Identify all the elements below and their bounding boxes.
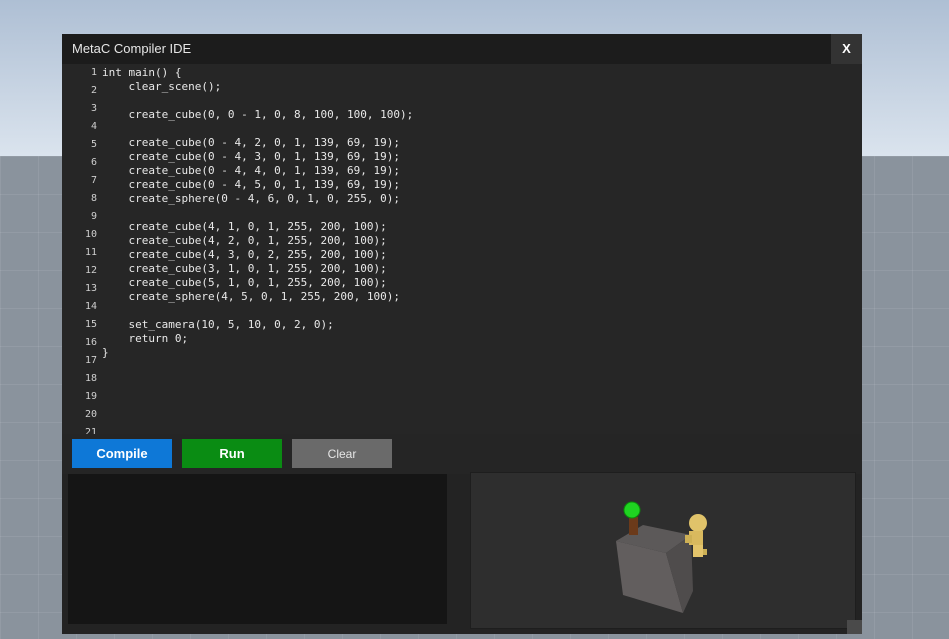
line-number: 12 xyxy=(84,265,97,276)
scene-render xyxy=(616,501,707,613)
line-number: 7 xyxy=(90,175,97,186)
line-number: 5 xyxy=(90,139,97,150)
line-number: 17 xyxy=(84,355,97,366)
line-number: 16 xyxy=(84,337,97,348)
run-button[interactable]: Run xyxy=(182,439,282,468)
line-number: 14 xyxy=(84,301,97,312)
line-number: 19 xyxy=(84,391,97,402)
tree-trunk xyxy=(629,517,638,535)
output-console[interactable] xyxy=(68,474,447,624)
line-number: 10 xyxy=(84,229,97,240)
ide-window: MetaC Compiler IDE X 1 2 3 4 5 6 7 8 9 1… xyxy=(62,34,862,634)
line-number: 2 xyxy=(90,85,97,96)
title-bar[interactable]: MetaC Compiler IDE X xyxy=(62,34,862,64)
figure-head xyxy=(689,514,707,532)
line-number: 8 xyxy=(90,193,97,204)
line-number: 1 xyxy=(90,67,97,78)
resize-grip-icon[interactable] xyxy=(847,620,862,634)
base-cube xyxy=(616,525,693,613)
figure-arm xyxy=(685,535,692,543)
line-number: 11 xyxy=(84,247,97,258)
clear-button[interactable]: Clear xyxy=(292,439,392,468)
close-button[interactable]: X xyxy=(831,34,862,64)
code-text-area[interactable]: int main() { clear_scene(); create_cube(… xyxy=(102,66,413,360)
line-number: 9 xyxy=(90,211,97,222)
line-number: 18 xyxy=(84,373,97,384)
scene-viewport[interactable] xyxy=(470,472,856,629)
line-number: 4 xyxy=(90,121,97,132)
figure-foot xyxy=(703,549,707,555)
line-number: 15 xyxy=(84,319,97,330)
figure-leg xyxy=(693,545,703,557)
window-title: MetaC Compiler IDE xyxy=(72,41,192,56)
line-number-gutter: 1 2 3 4 5 6 7 8 9 10 11 12 13 14 15 16 1… xyxy=(62,64,100,434)
line-number: 21 xyxy=(84,427,97,434)
compile-button[interactable]: Compile xyxy=(72,439,172,468)
line-number: 3 xyxy=(90,103,97,114)
line-number: 6 xyxy=(90,157,97,168)
line-number: 13 xyxy=(84,283,97,294)
line-number: 20 xyxy=(84,409,97,420)
code-editor[interactable]: 1 2 3 4 5 6 7 8 9 10 11 12 13 14 15 16 1… xyxy=(62,64,862,434)
